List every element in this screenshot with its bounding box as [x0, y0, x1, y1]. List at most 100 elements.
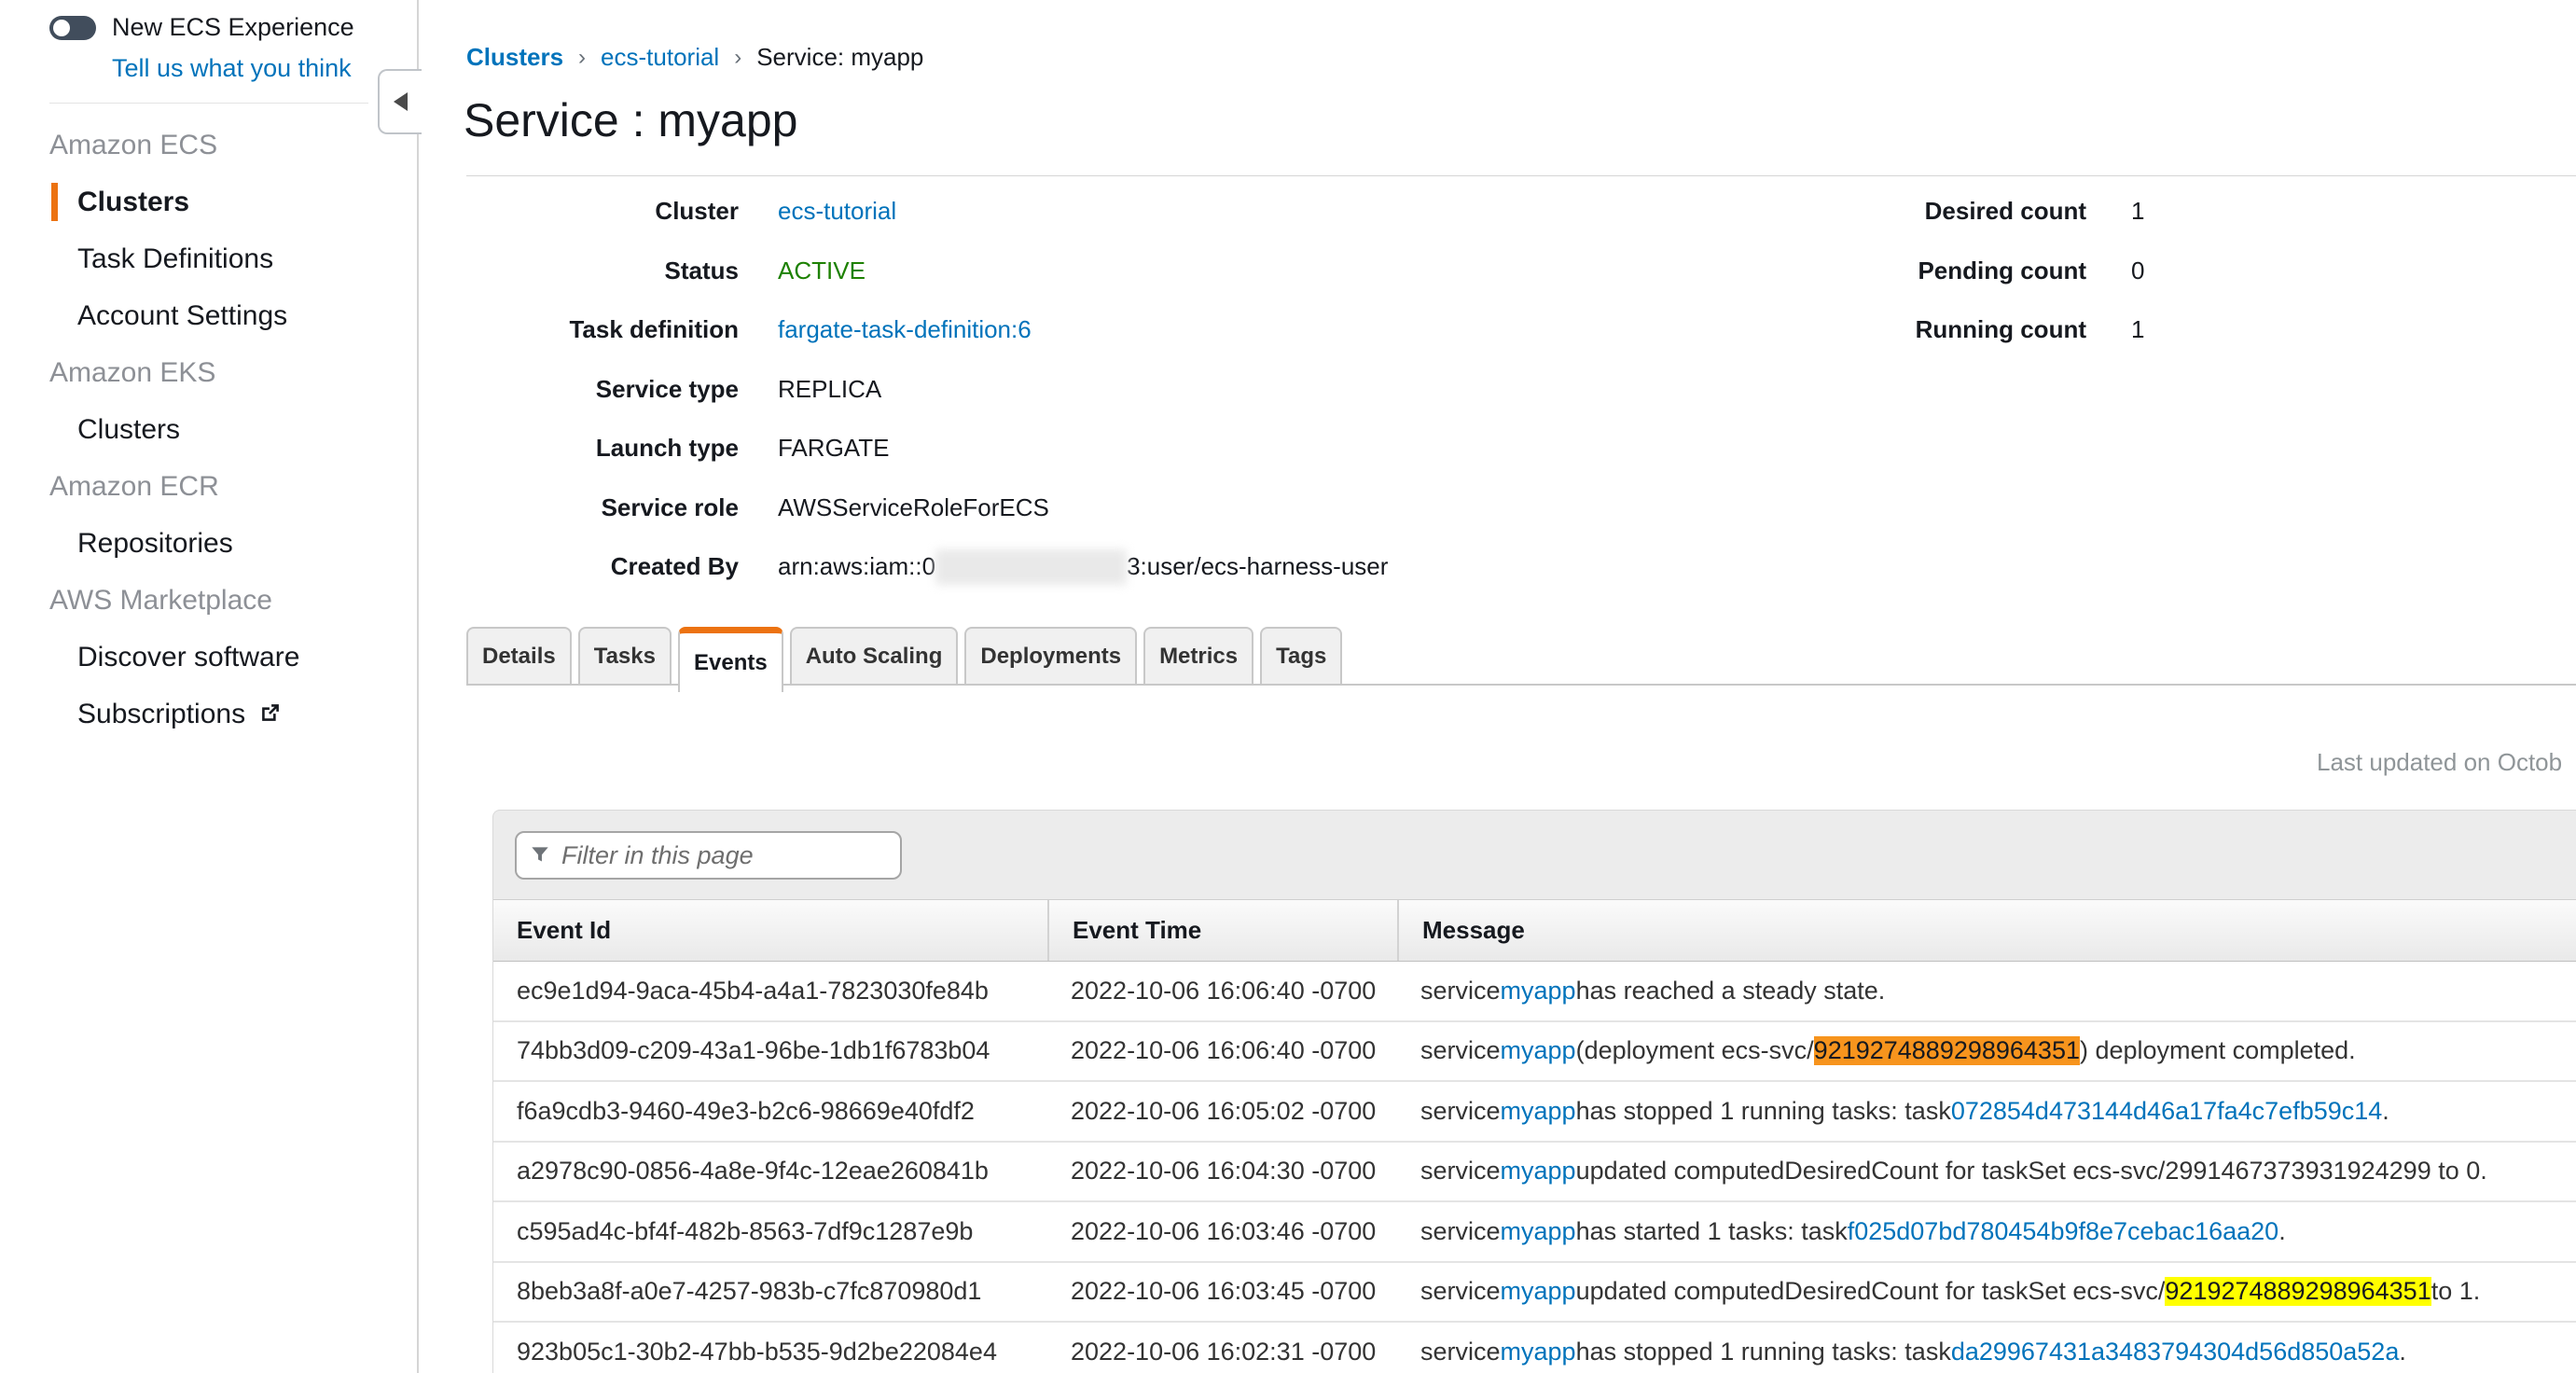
tab-events[interactable]: Events — [678, 627, 783, 692]
message-text: (deployment ecs-svc/ — [1576, 1036, 1814, 1065]
sidebar-item-task-definitions[interactable]: Task Definitions — [0, 243, 273, 275]
tab-auto-scaling[interactable]: Auto Scaling — [790, 627, 959, 684]
message-text: service — [1420, 977, 1501, 1005]
tab-tags[interactable]: Tags — [1260, 627, 1342, 684]
event-time-cell: 2022-10-06 16:03:46 -0700 — [1047, 1202, 1397, 1261]
detail-value[interactable]: fargate-task-definition:6 — [778, 315, 1032, 344]
service-tabs: DetailsTasksEventsAuto ScalingDeployment… — [466, 627, 1342, 692]
breadcrumb-current: Service: myapp — [756, 43, 923, 72]
event-id-cell: 8beb3a8f-a0e7-4257-983b-c7fc870980d1 — [493, 1263, 1047, 1322]
message-text: has started 1 tasks: task — [1576, 1217, 1848, 1246]
message-link[interactable]: 072854d473144d46a17fa4c7efb59c14 — [1951, 1097, 2382, 1126]
sidebar-item-account-settings[interactable]: Account Settings — [0, 300, 287, 332]
table-row: a2978c90-0856-4a8e-9f4c-12eae260841b 202… — [493, 1143, 2576, 1203]
created-by-suffix: 3:user/ecs-harness-user — [1127, 552, 1388, 580]
sidebar-item-repositories[interactable]: Repositories — [0, 528, 233, 560]
message-text: updated computedDesiredCount for taskSet… — [1576, 1157, 2487, 1186]
filter-box — [515, 831, 902, 880]
message-text: service — [1420, 1097, 1501, 1126]
event-id-cell: c595ad4c-bf4f-482b-8563-7df9c1287e9b — [493, 1202, 1047, 1261]
message-text: has reached a steady state. — [1576, 977, 1886, 1005]
events-table: Event Id Event Time Message ec9e1d94-9ac… — [493, 899, 2576, 1373]
event-message-cell: service myapp updated computedDesiredCou… — [1397, 1143, 2576, 1201]
event-message-cell: service myapp has stopped 1 running task… — [1397, 1323, 2576, 1373]
event-time-cell: 2022-10-06 16:03:45 -0700 — [1047, 1263, 1397, 1322]
service-counts: Desired count 1 Pending count 0 Running … — [1772, 182, 2144, 360]
message-link[interactable]: f025d07bd780454b9f8e7cebac16aa20 — [1848, 1217, 2278, 1246]
sidebar-section-header: Amazon EKS — [0, 357, 215, 389]
title-divider — [466, 175, 2576, 176]
tab-metrics[interactable]: Metrics — [1143, 627, 1253, 684]
created-by-prefix: arn:aws:iam::0 — [778, 552, 935, 580]
new-ecs-experience-toggle[interactable] — [49, 16, 96, 40]
new-ecs-experience-label: New ECS Experience — [112, 13, 354, 42]
column-header-event-time: Event Time — [1047, 900, 1397, 961]
detail-value: arn:aws:iam::0 3:user/ecs-harness-user — [778, 549, 1388, 585]
detail-row: Task definition fargate-task-definition:… — [466, 300, 1388, 360]
message-link[interactable]: myapp — [1501, 1277, 1576, 1306]
tab-details[interactable]: Details — [466, 627, 572, 684]
breadcrumb-cluster-link[interactable]: ecs-tutorial — [601, 43, 719, 72]
sidebar-item-discover-software[interactable]: Discover software — [0, 642, 299, 673]
service-details: Cluster ecs-tutorial Status ACTIVE Task … — [466, 182, 1388, 597]
count-row: Desired count 1 — [1772, 182, 2144, 242]
sidebar-item-subscriptions[interactable]: Subscriptions — [0, 699, 283, 730]
message-text: has stopped 1 running tasks: task — [1576, 1097, 1951, 1126]
event-id-cell: ec9e1d94-9aca-45b4-a4a1-7823030fe84b — [493, 962, 1047, 1020]
sidebar-section-header: Amazon ECS — [0, 130, 217, 161]
message-link[interactable]: myapp — [1501, 977, 1576, 1005]
table-row: c595ad4c-bf4f-482b-8563-7df9c1287e9b 202… — [493, 1202, 2576, 1263]
redacted-account-id — [935, 549, 1127, 585]
detail-value[interactable]: ecs-tutorial — [778, 197, 896, 226]
count-row: Running count 1 — [1772, 300, 2144, 360]
breadcrumb-clusters-link[interactable]: Clusters — [466, 43, 563, 72]
table-row: 74bb3d09-c209-43a1-96be-1db1f6783b04 202… — [493, 1022, 2576, 1083]
message-link[interactable]: myapp — [1501, 1217, 1576, 1246]
message-text: ) deployment completed. — [2080, 1036, 2356, 1065]
last-updated-text: Last updated on Octob — [2317, 748, 2562, 777]
column-header-message: Message — [1397, 900, 2576, 961]
sidebar: New ECS Experience Tell us what you thin… — [0, 0, 419, 1373]
detail-row: Launch type FARGATE — [466, 419, 1388, 478]
message-link[interactable]: myapp — [1501, 1338, 1576, 1366]
event-time-cell: 2022-10-06 16:06:40 -0700 — [1047, 1022, 1397, 1081]
breadcrumb-separator-icon: › — [734, 45, 741, 71]
event-id-cell: f6a9cdb3-9460-49e3-b2c6-98669e40fdf2 — [493, 1082, 1047, 1141]
count-label: Pending count — [1772, 257, 2086, 285]
detail-label: Created By — [466, 552, 739, 581]
message-link[interactable]: myapp — [1501, 1157, 1576, 1186]
events-table-header: Event Id Event Time Message — [493, 899, 2576, 962]
detail-value: ACTIVE — [778, 257, 866, 285]
tab-deployments[interactable]: Deployments — [964, 627, 1137, 684]
message-link[interactable]: myapp — [1501, 1036, 1576, 1065]
event-message-cell: service myapp (deployment ecs-svc/921927… — [1397, 1022, 2576, 1081]
count-row: Pending count 0 — [1772, 242, 2144, 301]
sidebar-item-clusters[interactable]: Clusters — [0, 414, 180, 446]
table-row: ec9e1d94-9aca-45b4-a4a1-7823030fe84b 202… — [493, 962, 2576, 1022]
detail-label: Service type — [466, 375, 739, 404]
collapse-left-arrow-icon — [394, 92, 408, 111]
message-link[interactable]: myapp — [1501, 1097, 1576, 1126]
sidebar-collapse-button[interactable] — [378, 69, 422, 134]
tab-tasks[interactable]: Tasks — [578, 627, 672, 684]
message-text: service — [1420, 1036, 1501, 1065]
new-experience-toggle-row: New ECS Experience — [49, 13, 354, 42]
filter-input[interactable] — [561, 841, 889, 870]
breadcrumb: Clusters › ecs-tutorial › Service: myapp — [466, 43, 923, 72]
count-value: 1 — [2131, 315, 2144, 344]
active-item-indicator — [51, 183, 58, 221]
sidebar-nav: Amazon ECS Clusters Task Definitions Acc… — [0, 117, 415, 742]
column-header-event-id: Event Id — [493, 900, 1047, 961]
sidebar-section-header: AWS Marketplace — [0, 585, 272, 617]
message-text: to 1. — [2431, 1277, 2481, 1306]
ecs-console-page: New ECS Experience Tell us what you thin… — [0, 0, 2576, 1373]
sidebar-item-clusters[interactable]: Clusters — [0, 187, 189, 218]
detail-row: Service type REPLICA — [466, 360, 1388, 420]
message-link[interactable]: da29967431a3483794304d56d850a52a — [1951, 1338, 2400, 1366]
events-table-body: ec9e1d94-9aca-45b4-a4a1-7823030fe84b 202… — [493, 962, 2576, 1373]
detail-row: Status ACTIVE — [466, 242, 1388, 301]
detail-value: FARGATE — [778, 434, 889, 463]
message-text: service — [1420, 1338, 1501, 1366]
feedback-link[interactable]: Tell us what you think — [112, 54, 352, 83]
detail-row: Cluster ecs-tutorial — [466, 182, 1388, 242]
